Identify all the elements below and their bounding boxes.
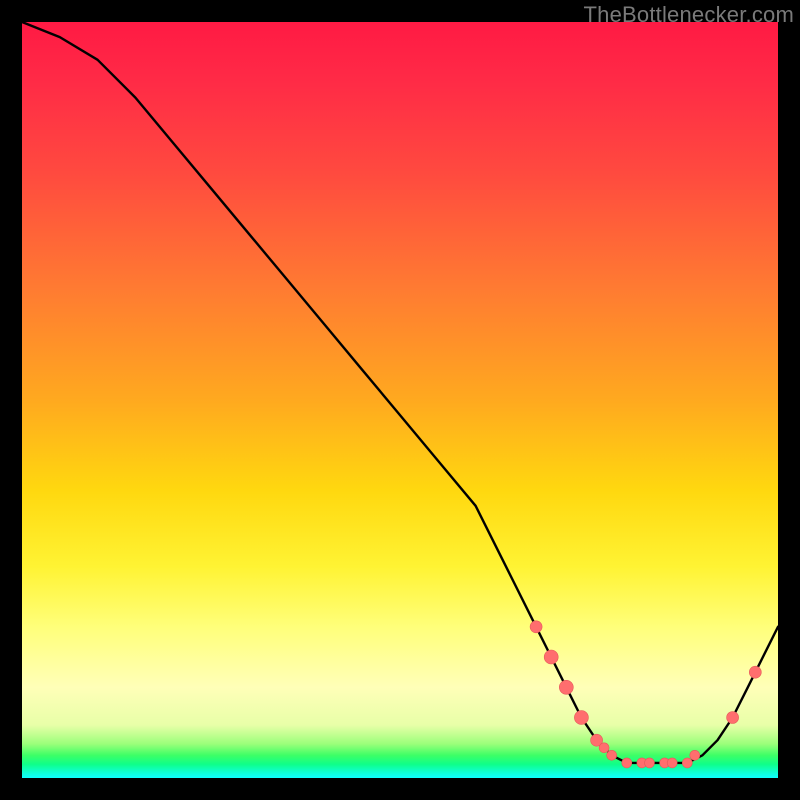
data-marker: [749, 666, 761, 678]
data-marker: [530, 621, 542, 633]
curve-markers: [530, 621, 761, 768]
data-marker: [599, 743, 609, 753]
chart-svg: [22, 22, 778, 778]
data-marker: [559, 680, 573, 694]
chart-frame: TheBottlenecker.com: [0, 0, 800, 800]
data-marker: [667, 758, 677, 768]
data-marker: [727, 712, 739, 724]
curve-line: [22, 22, 778, 763]
watermark-text: TheBottlenecker.com: [584, 2, 794, 28]
data-marker: [574, 711, 588, 725]
data-marker: [690, 750, 700, 760]
data-marker: [607, 750, 617, 760]
data-marker: [622, 758, 632, 768]
data-marker: [645, 758, 655, 768]
data-marker: [544, 650, 558, 664]
plot-area: [22, 22, 778, 778]
data-marker: [682, 758, 692, 768]
